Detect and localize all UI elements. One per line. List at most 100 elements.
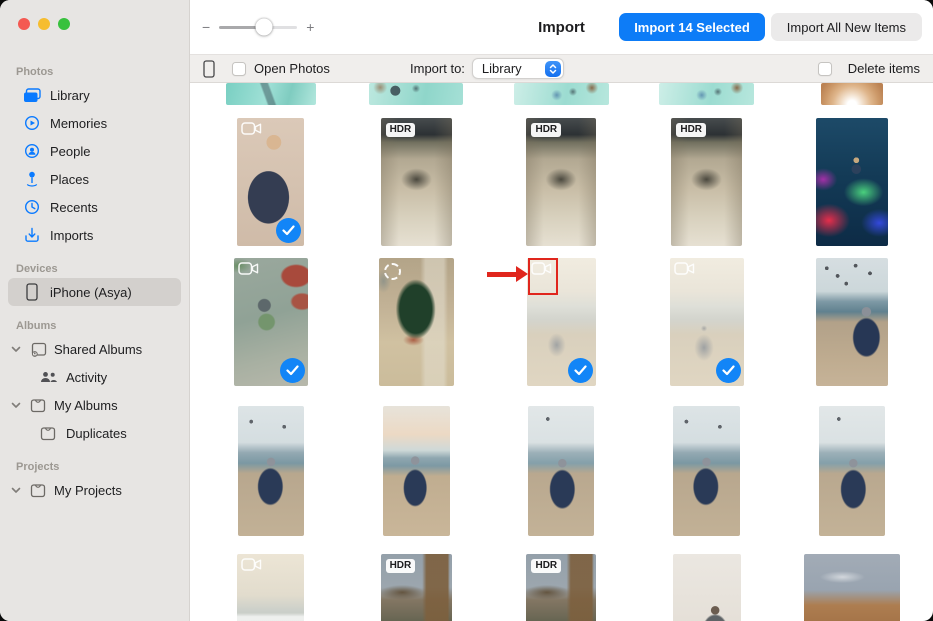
photo-thumbnail[interactable] bbox=[369, 83, 464, 105]
grid-cell bbox=[198, 83, 343, 105]
photo-thumbnail[interactable] bbox=[237, 118, 305, 246]
grid-cell: HDR bbox=[489, 118, 634, 246]
photo-thumbnail[interactable] bbox=[225, 83, 316, 105]
grid-cell bbox=[343, 406, 488, 536]
grid-cell bbox=[780, 258, 925, 386]
album-icon bbox=[28, 483, 48, 498]
sidebar-item-activity[interactable]: Activity bbox=[0, 363, 189, 391]
open-photos-checkbox[interactable] bbox=[232, 61, 246, 76]
slider-thumb[interactable] bbox=[255, 18, 273, 36]
sidebar-item-label: My Projects bbox=[54, 482, 122, 498]
sidebar-item-label: iPhone (Asya) bbox=[50, 284, 132, 300]
photo-thumbnail[interactable] bbox=[237, 554, 305, 621]
photo-thumbnail[interactable] bbox=[233, 258, 308, 386]
toolbar: − + Import Import 14 Selected Import All… bbox=[190, 0, 933, 54]
iphone-icon bbox=[22, 283, 42, 301]
photo-thumbnail[interactable] bbox=[673, 406, 741, 536]
photo-thumbnail[interactable] bbox=[528, 406, 595, 536]
delete-items-checkbox[interactable] bbox=[817, 61, 832, 76]
imports-icon bbox=[22, 227, 42, 243]
dropdown-stepper-icon[interactable] bbox=[544, 60, 561, 77]
photo-thumbnail[interactable] bbox=[816, 258, 889, 386]
selected-checkmark-icon[interactable] bbox=[276, 218, 302, 243]
annotation-arrow bbox=[487, 266, 528, 282]
grid-cell: HDR bbox=[343, 554, 488, 621]
grid-cell bbox=[780, 406, 925, 536]
photos-import-window: Photos Library Memories People Places Recents… bbox=[0, 0, 933, 621]
photo-thumbnail[interactable] bbox=[672, 554, 741, 621]
people-icon bbox=[22, 143, 42, 159]
photo-thumbnail[interactable] bbox=[659, 83, 755, 105]
grid-cell bbox=[489, 406, 634, 536]
sidebar-section-header: Photos bbox=[16, 66, 54, 78]
recents-icon bbox=[22, 199, 42, 215]
import-all-new-items-button[interactable]: Import All New Items bbox=[770, 13, 922, 41]
sidebar-nav: Photos Library Memories People Places Recents… bbox=[0, 58, 189, 504]
photo-thumbnail[interactable] bbox=[819, 406, 886, 536]
grid-cell: HDR bbox=[489, 554, 634, 621]
import-to-dropdown[interactable]: Library bbox=[471, 58, 564, 79]
sidebar-item-memories[interactable]: Memories bbox=[0, 109, 189, 137]
photo-thumbnail[interactable] bbox=[237, 406, 304, 536]
sidebar-item-imports[interactable]: Imports bbox=[0, 221, 189, 249]
memories-icon bbox=[22, 115, 42, 131]
photo-thumbnail[interactable]: HDR bbox=[671, 118, 743, 246]
thumbnail-zoom-slider[interactable]: − + bbox=[202, 0, 314, 54]
grid-cell bbox=[780, 554, 925, 621]
minimize-window-button[interactable] bbox=[38, 18, 50, 30]
photo-grid-row: HDR HDR bbox=[198, 554, 925, 621]
zoom-in-icon[interactable]: + bbox=[306, 20, 314, 34]
chevron-down-icon[interactable] bbox=[10, 487, 22, 494]
selected-checkmark-icon[interactable] bbox=[567, 358, 593, 383]
selected-checkmark-icon[interactable] bbox=[715, 358, 741, 383]
photo-thumbnail[interactable] bbox=[378, 258, 454, 386]
video-icon bbox=[241, 558, 262, 571]
delete-items-label[interactable]: Delete items bbox=[848, 61, 920, 76]
photo-grid-row bbox=[198, 406, 925, 536]
zoom-window-button[interactable] bbox=[58, 18, 70, 30]
grid-cell: HDR bbox=[634, 118, 779, 246]
sidebar-item-people[interactable]: People bbox=[0, 137, 189, 165]
sidebar-item-my-projects[interactable]: My Projects bbox=[0, 476, 189, 504]
sidebar-item-label: Activity bbox=[66, 369, 108, 385]
sidebar-item-library[interactable]: Library bbox=[0, 81, 189, 109]
photo-thumbnail[interactable]: HDR bbox=[380, 554, 452, 621]
import-selected-button[interactable]: Import 14 Selected bbox=[619, 13, 765, 41]
sidebar-item-places[interactable]: Places bbox=[0, 165, 189, 193]
dropdown-value: Library bbox=[481, 61, 522, 76]
photo-thumbnail[interactable]: HDR bbox=[380, 118, 452, 246]
sidebar-item-iphone-asya[interactable]: iPhone (Asya) bbox=[8, 278, 181, 306]
photo-thumbnail[interactable] bbox=[382, 406, 450, 536]
sidebar-item-recents[interactable]: Recents bbox=[0, 193, 189, 221]
photo-thumbnail[interactable] bbox=[821, 83, 884, 105]
grid-cell bbox=[634, 554, 779, 621]
grid-cell bbox=[198, 406, 343, 536]
photo-thumbnail[interactable] bbox=[669, 258, 744, 386]
selected-checkmark-icon[interactable] bbox=[279, 358, 305, 383]
photo-thumbnail[interactable] bbox=[816, 118, 889, 246]
sidebar-item-duplicates[interactable]: Duplicates bbox=[0, 419, 189, 447]
window-controls bbox=[18, 18, 70, 30]
photo-thumbnail[interactable] bbox=[513, 83, 609, 105]
photo-thumbnail[interactable]: HDR bbox=[526, 118, 597, 246]
grid-cell bbox=[634, 406, 779, 536]
zoom-out-icon[interactable]: − bbox=[202, 20, 210, 34]
hdr-badge: HDR bbox=[676, 123, 707, 137]
library-icon bbox=[22, 87, 42, 103]
hdr-badge: HDR bbox=[385, 559, 416, 573]
close-window-button[interactable] bbox=[18, 18, 30, 30]
sidebar-item-label: People bbox=[50, 143, 91, 159]
sidebar-item-label: Library bbox=[50, 87, 90, 103]
sidebar-item-shared-albums[interactable]: Shared Albums bbox=[0, 335, 189, 363]
places-icon bbox=[22, 171, 42, 187]
chevron-down-icon[interactable] bbox=[10, 402, 22, 409]
chevron-down-icon[interactable] bbox=[10, 346, 22, 353]
grid-cell bbox=[198, 258, 343, 386]
photo-thumbnail[interactable] bbox=[804, 554, 901, 621]
slider-track[interactable] bbox=[219, 18, 298, 36]
photo-grid-row: HDR HDR HDR bbox=[198, 118, 925, 246]
photo-thumbnail[interactable]: HDR bbox=[526, 554, 597, 621]
hdr-badge: HDR bbox=[531, 123, 562, 137]
open-photos-label[interactable]: Open Photos bbox=[254, 61, 330, 76]
sidebar-item-my-albums[interactable]: My Albums bbox=[0, 391, 189, 419]
